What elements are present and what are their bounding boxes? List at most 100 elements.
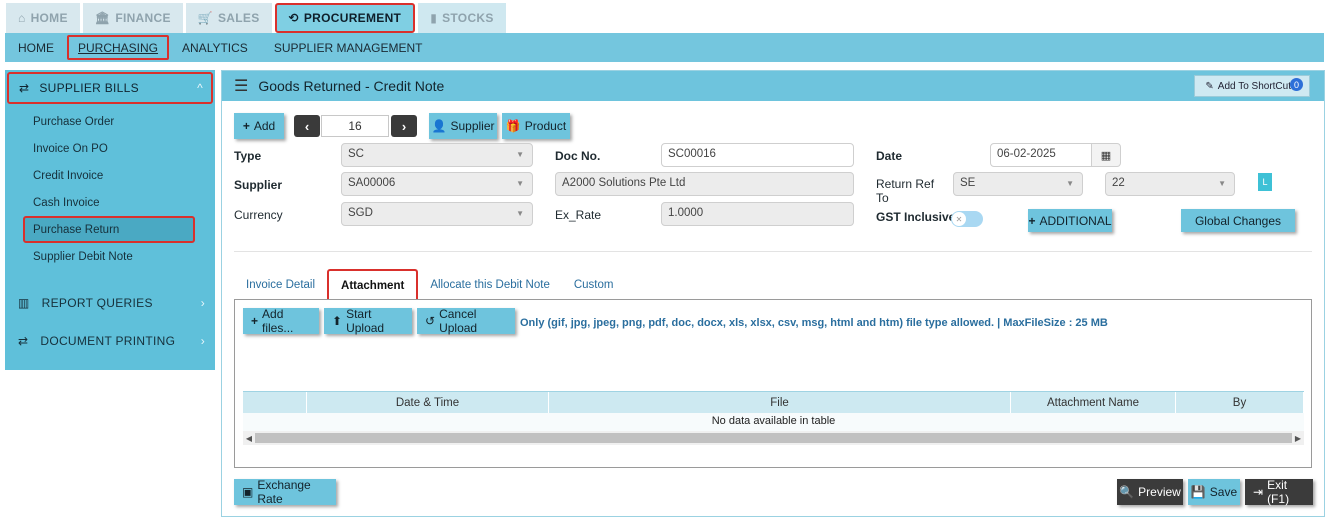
- return-ref-label-line1: Return Ref: [876, 177, 935, 191]
- subnav-analytics[interactable]: ANALYTICS: [169, 33, 261, 62]
- supplier-value: SA00006: [348, 177, 396, 189]
- tab-finance[interactable]: 🏛 FINANCE: [82, 3, 183, 33]
- menu-icon[interactable]: ☰: [234, 76, 248, 96]
- table-empty-message: No data available in table: [243, 413, 1304, 431]
- scroll-thumb[interactable]: [255, 433, 1292, 443]
- exit-button[interactable]: ⇥ Exit (F1): [1245, 478, 1313, 506]
- exrate-label: Ex_Rate: [555, 208, 602, 222]
- scroll-right-icon[interactable]: ▶: [1292, 434, 1304, 443]
- exchange-rate-label: Exchange Rate: [257, 478, 311, 506]
- start-upload-button[interactable]: ⬆ Start Upload: [324, 307, 412, 335]
- column-header-date-time[interactable]: Date & Time: [307, 392, 549, 413]
- gift-icon: 🎁: [505, 119, 521, 133]
- tab-home-label: HOME: [30, 11, 68, 25]
- currency-select[interactable]: SGD ▼: [341, 202, 533, 226]
- tab-allocate-debit-note[interactable]: Allocate this Debit Note: [418, 269, 562, 300]
- product-button[interactable]: 🎁 Product: [502, 113, 570, 139]
- table-header: Date & Time File Attachment Name By: [243, 391, 1304, 413]
- column-header-attachment-name[interactable]: Attachment Name: [1011, 392, 1176, 413]
- bar-chart-icon: ▥: [18, 296, 30, 310]
- subnav-home[interactable]: HOME: [5, 33, 67, 62]
- global-changes-label: Global Changes: [1194, 213, 1282, 228]
- sidebar-item-purchase-order[interactable]: Purchase Order: [27, 108, 215, 135]
- transfer-icon: ⇄: [19, 81, 30, 95]
- calendar-button[interactable]: ▦: [1091, 143, 1121, 167]
- add-to-shortcut-button[interactable]: ✎ Add To ShortCut 0: [1194, 75, 1310, 97]
- gst-inclusive-toggle[interactable]: ✕: [951, 211, 983, 227]
- add-button[interactable]: + Add: [234, 113, 284, 139]
- sidebar-section-report-queries[interactable]: ▥ REPORT QUERIES ›: [5, 284, 215, 322]
- horizontal-scrollbar[interactable]: ◀ ▶: [243, 431, 1304, 445]
- tab-sales[interactable]: 🛒 SALES: [185, 3, 272, 33]
- sidebar-header-supplier-bills[interactable]: ⇄ SUPPLIER BILLS ^: [7, 72, 213, 104]
- type-label: Type: [234, 149, 262, 163]
- return-ref-select-2[interactable]: 22 ▼: [1105, 172, 1235, 196]
- additional-label: ADDITIONAL: [1039, 213, 1112, 228]
- return-ref-select-1[interactable]: SE ▼: [953, 172, 1083, 196]
- shortcut-count-badge: 0: [1290, 78, 1303, 91]
- cancel-upload-button[interactable]: ↺ Cancel Upload: [417, 307, 515, 335]
- tab-custom[interactable]: Custom: [562, 269, 626, 300]
- date-input[interactable]: 06-02-2025: [990, 143, 1092, 167]
- additional-button[interactable]: + ADDITIONAL: [1028, 209, 1112, 232]
- tab-procurement[interactable]: ⟲ PROCUREMENT: [274, 3, 416, 33]
- l-badge[interactable]: L: [1258, 173, 1272, 191]
- exchange-rate-button[interactable]: ▣ Exchange Rate: [234, 478, 336, 506]
- shortcut-label: Add To ShortCut: [1217, 80, 1291, 92]
- tab-invoice-detail[interactable]: Invoice Detail: [234, 269, 327, 300]
- column-header-by[interactable]: By: [1176, 392, 1304, 413]
- sidebar-section-label: DOCUMENT PRINTING: [40, 334, 176, 348]
- file-type-note: Only (gif, jpg, jpeg, png, pdf, doc, doc…: [520, 317, 1108, 329]
- prev-record-button[interactable]: ‹: [294, 115, 320, 137]
- return-ref-value-2: 22: [1112, 177, 1125, 189]
- tab-home[interactable]: ⌂ HOME: [6, 3, 80, 33]
- plus-icon: +: [242, 119, 250, 133]
- sidebar-item-purchase-return[interactable]: Purchase Return: [23, 216, 195, 243]
- record-number-input[interactable]: 16: [321, 115, 389, 137]
- preview-label: Preview: [1138, 485, 1181, 499]
- next-record-button[interactable]: ›: [391, 115, 417, 137]
- docno-input[interactable]: SC00016: [661, 143, 854, 167]
- sidebar-item-invoice-on-po[interactable]: Invoice On PO: [27, 135, 215, 162]
- subnav-purchasing[interactable]: PURCHASING: [65, 33, 171, 62]
- subnav-supplier-management[interactable]: SUPPLIER MANAGEMENT: [261, 33, 436, 62]
- sidebar-section-document-printing[interactable]: ⇄ DOCUMENT PRINTING ›: [5, 322, 215, 360]
- supplier-label: Supplier: [234, 178, 283, 192]
- save-button[interactable]: 💾 Save: [1188, 479, 1240, 505]
- attachment-table: Date & Time File Attachment Name By No d…: [243, 391, 1304, 451]
- scroll-left-icon[interactable]: ◀: [243, 434, 255, 443]
- exrate-input[interactable]: 1.0000: [661, 202, 854, 226]
- add-label: Add: [253, 119, 276, 133]
- cancel-upload-label: Cancel Upload: [439, 307, 478, 335]
- tab-attachment[interactable]: Attachment: [327, 269, 419, 300]
- user-icon: 👤: [431, 119, 447, 133]
- sidebar-list: Purchase Order Invoice On PO Credit Invo…: [5, 108, 215, 270]
- sidebar-item-supplier-debit-note[interactable]: Supplier Debit Note: [27, 243, 215, 270]
- return-ref-value-1: SE: [960, 177, 976, 189]
- page-title: Goods Returned - Credit Note: [258, 78, 445, 94]
- supplier-button-label: Supplier: [450, 119, 495, 133]
- preview-button[interactable]: 🔍 Preview: [1117, 479, 1183, 505]
- transfer-icon: ⇄: [18, 334, 29, 348]
- return-ref-label-line2: To: [876, 191, 889, 205]
- tab-stocks[interactable]: ▮ STOCKS: [418, 3, 506, 33]
- exit-icon: ⇥: [1253, 485, 1264, 499]
- main-header: ☰ Goods Returned - Credit Note ✎ Add To …: [222, 71, 1324, 101]
- sidebar-item-credit-invoice[interactable]: Credit Invoice: [27, 162, 215, 189]
- sidebar-item-cash-invoice[interactable]: Cash Invoice: [27, 189, 215, 216]
- supplier-button[interactable]: 👤 Supplier: [429, 113, 497, 139]
- currency-label: Currency: [234, 208, 283, 222]
- money-icon: ▣: [242, 485, 254, 499]
- tab-stocks-label: STOCKS: [442, 11, 494, 25]
- global-changes-button[interactable]: Global Changes: [1181, 209, 1295, 232]
- pencil-icon: ✎: [1205, 80, 1214, 92]
- tab-finance-label: FINANCE: [115, 11, 171, 25]
- chevron-down-icon: ▼: [516, 179, 524, 188]
- save-label: Save: [1209, 485, 1238, 499]
- supplier-select[interactable]: SA00006 ▼: [341, 172, 533, 196]
- docno-label: Doc No.: [555, 149, 601, 163]
- type-select[interactable]: SC ▼: [341, 143, 533, 167]
- column-header-file[interactable]: File: [549, 392, 1011, 413]
- add-files-button[interactable]: + Add files...: [243, 307, 319, 335]
- cart-icon: 🛒: [197, 11, 213, 25]
